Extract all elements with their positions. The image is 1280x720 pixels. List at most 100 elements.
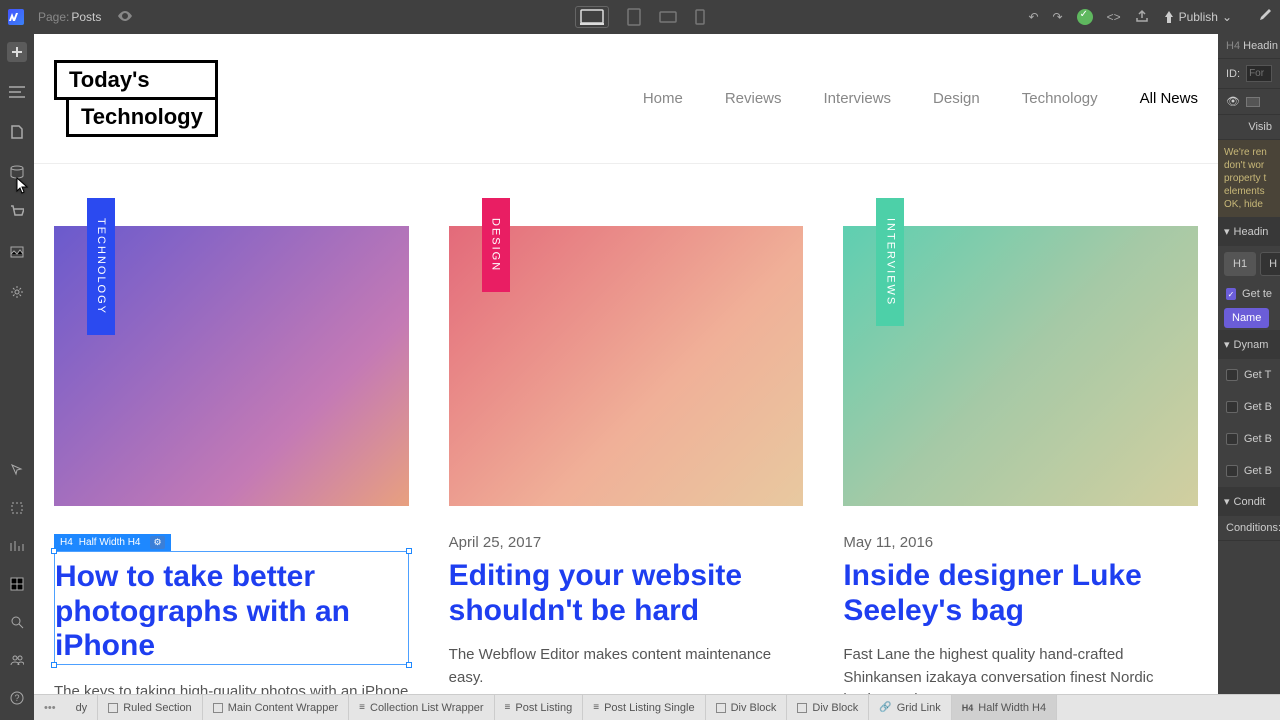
checkbox-icon[interactable] (1226, 465, 1238, 477)
box-icon (716, 703, 726, 713)
webflow-logo-icon[interactable] (8, 9, 24, 25)
breadcrumb-item[interactable]: ≡Post Listing Single (583, 695, 705, 720)
breadcrumb-item[interactable]: ≡Collection List Wrapper (349, 695, 494, 720)
post-card[interactable]: TECHNOLOGYMay 2, 2017H4 Half Width H4⚙Ho… (54, 198, 409, 694)
site-nav: Home Reviews Interviews Design Technology All… (643, 90, 1198, 107)
breadcrumb-item[interactable]: Div Block (787, 695, 869, 720)
selection-label[interactable]: H4 Half Width H4⚙ (54, 534, 171, 551)
conditions-section[interactable]: ▾Condit (1218, 487, 1280, 516)
cms-icon[interactable] (7, 162, 27, 182)
left-toolbar: ? (0, 34, 34, 720)
breadcrumb-more-icon[interactable]: ••• (34, 702, 66, 714)
heading-section[interactable]: ▾Headin (1218, 217, 1280, 246)
checkbox-icon[interactable] (1226, 369, 1238, 381)
post-category-tag[interactable]: DESIGN (482, 198, 510, 292)
dynamic-section[interactable]: ▾Dynam (1218, 330, 1280, 359)
post-title[interactable]: How to take better photographs with an i… (55, 560, 408, 664)
dynamic-binding-item[interactable]: Get T (1218, 359, 1280, 391)
eye-icon[interactable]: 👁 (1226, 95, 1240, 108)
post-card[interactable]: DESIGNApril 25, 2017Editing your website… (449, 198, 804, 694)
list-icon: ≡ (505, 702, 511, 713)
site-logo[interactable]: Today's Technology (54, 60, 218, 137)
breadcrumb-item[interactable]: H4Half Width H4 (952, 695, 1057, 720)
users-icon[interactable] (7, 650, 27, 670)
canvas[interactable]: Today's Technology Home Reviews Interviews… (34, 34, 1218, 694)
audit-icon[interactable] (7, 536, 27, 556)
nav-item-reviews[interactable]: Reviews (725, 90, 782, 107)
nav-item-interviews[interactable]: Interviews (824, 90, 892, 107)
selection-handle[interactable] (406, 662, 412, 668)
selected-element[interactable]: H4 Half Width H4⚙How to take better phot… (54, 551, 409, 665)
heading-level-buttons: H1 H (1218, 246, 1280, 282)
breadcrumb-item[interactable]: Main Content Wrapper (203, 695, 349, 720)
grid-icon[interactable] (7, 574, 27, 594)
settings-icon[interactable] (7, 282, 27, 302)
post-excerpt: The keys to taking high-quality photos w… (54, 681, 409, 695)
tablet-landscape-icon[interactable] (659, 6, 677, 28)
nav-item-design[interactable]: Design (933, 90, 980, 107)
id-input[interactable] (1246, 65, 1272, 82)
breadcrumb-item[interactable]: Ruled Section (98, 695, 203, 720)
dynamic-binding-item[interactable]: Get B (1218, 423, 1280, 455)
box-icon (797, 703, 807, 713)
post-thumbnail[interactable]: INTERVIEWS (843, 226, 1198, 506)
h-button[interactable]: H (1260, 252, 1280, 276)
post-thumbnail[interactable]: TECHNOLOGY (54, 226, 409, 506)
selection-handle[interactable] (406, 548, 412, 554)
logo-line-1: Today's (54, 60, 218, 100)
device-switcher (575, 6, 705, 28)
post-excerpt: Fast Lane the highest quality hand-craft… (843, 644, 1198, 694)
pages-icon[interactable] (7, 122, 27, 142)
nav-item-all-news[interactable]: All News (1140, 90, 1198, 107)
preview-icon[interactable] (117, 10, 133, 24)
page-label: Page: (38, 10, 69, 24)
brush-icon[interactable] (1256, 8, 1272, 27)
post-card[interactable]: INTERVIEWSMay 11, 2016Inside designer Lu… (843, 198, 1198, 694)
dynamic-binding-item[interactable]: Get B (1218, 455, 1280, 487)
post-thumbnail[interactable]: DESIGN (449, 226, 804, 506)
undo-icon[interactable]: ↶ (1028, 10, 1038, 24)
breadcrumb-item[interactable]: ≡Post Listing (495, 695, 584, 720)
breadcrumb-item[interactable]: Div Block (706, 695, 788, 720)
checkbox-icon[interactable] (1226, 401, 1238, 413)
h1-button[interactable]: H1 (1224, 252, 1256, 276)
post-title[interactable]: Inside designer Luke Seeley's bag (843, 559, 1198, 628)
visibility-swatch[interactable] (1246, 97, 1260, 107)
status-ok-icon[interactable] (1077, 9, 1093, 25)
box-icon (213, 703, 223, 713)
selection-handle[interactable] (51, 548, 57, 554)
tablet-icon[interactable] (627, 6, 641, 28)
post-excerpt: The Webflow Editor makes content mainten… (449, 644, 804, 689)
export-icon[interactable] (1135, 9, 1149, 26)
name-badge[interactable]: Name (1224, 308, 1269, 328)
page-name[interactable]: Posts (71, 10, 101, 24)
checkbox-icon[interactable] (1226, 433, 1238, 445)
breadcrumb-item[interactable]: 🔗Grid Link (869, 695, 951, 720)
desktop-icon[interactable] (575, 6, 609, 28)
get-text-row[interactable]: ✓Get te (1218, 282, 1280, 306)
style-tool-icon[interactable] (7, 498, 27, 518)
ecommerce-icon[interactable] (7, 202, 27, 222)
chevron-down-icon: ⌄ (1222, 10, 1232, 24)
publish-button[interactable]: Publish ⌄ (1163, 10, 1232, 24)
search-icon[interactable] (7, 612, 27, 632)
help-icon[interactable]: ? (7, 688, 27, 708)
breadcrumb-item[interactable]: dy (66, 695, 99, 720)
code-icon[interactable]: <> (1107, 10, 1121, 24)
post-title[interactable]: Editing your website shouldn't be hard (449, 559, 804, 628)
navigator-icon[interactable] (7, 82, 27, 102)
redo-icon[interactable]: ↷ (1053, 10, 1063, 24)
selection-handle[interactable] (51, 662, 57, 668)
nav-item-home[interactable]: Home (643, 90, 683, 107)
assets-icon[interactable] (7, 242, 27, 262)
post-category-tag[interactable]: INTERVIEWS (876, 198, 904, 326)
publish-label: Publish (1179, 10, 1218, 24)
post-category-tag[interactable]: TECHNOLOGY (87, 198, 115, 335)
gear-icon[interactable]: ⚙ (150, 536, 164, 549)
add-element-icon[interactable] (7, 42, 27, 62)
dynamic-binding-item[interactable]: Get B (1218, 391, 1280, 423)
phone-icon[interactable] (695, 6, 705, 28)
nav-item-technology[interactable]: Technology (1022, 90, 1098, 107)
select-tool-icon[interactable] (7, 460, 27, 480)
id-label: ID: (1226, 68, 1240, 80)
